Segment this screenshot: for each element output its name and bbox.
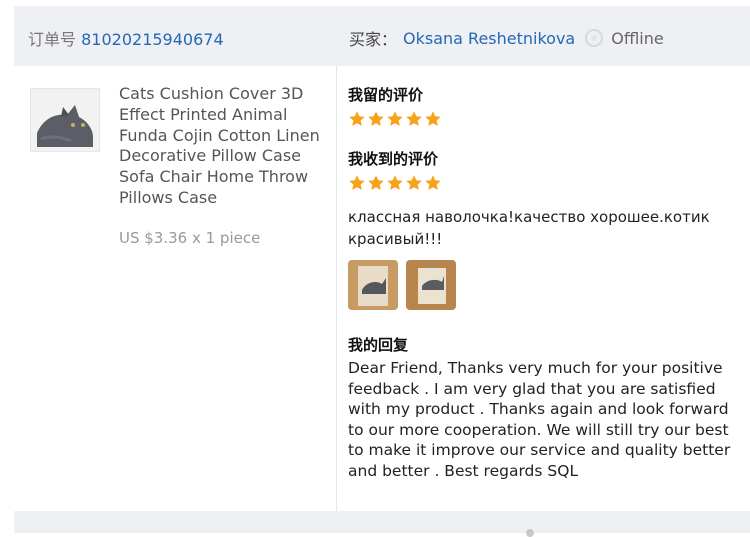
star-icon xyxy=(387,175,403,190)
review-photo-1[interactable] xyxy=(348,260,398,310)
order-feedback-panel: 订单号 81020215940674 买家： Oksana Reshetniko… xyxy=(0,0,750,537)
star-icon xyxy=(425,175,441,190)
buyer-status: Offline xyxy=(611,28,664,48)
buyer-label: 买家： xyxy=(349,30,398,49)
feedback-column: 我留的评价 我收到的评价 классная наволочка!качество… xyxy=(348,84,748,481)
product-price: US $3.36 x 1 piece xyxy=(119,229,261,247)
star-icon xyxy=(368,175,384,190)
star-icon xyxy=(406,175,422,190)
review-photo-2[interactable] xyxy=(406,260,456,310)
my-reply-title: 我的回复 xyxy=(348,336,409,354)
buyer-name-link[interactable]: Oksana Reshetnikova xyxy=(403,29,575,48)
star-icon xyxy=(368,111,384,126)
review-photos xyxy=(348,260,748,310)
received-review-title: 我收到的评价 xyxy=(348,150,439,168)
star-icon xyxy=(349,111,365,126)
my-reply-text: Dear Friend, Thanks very much for your p… xyxy=(348,359,731,480)
footer-bar xyxy=(14,511,750,537)
star-icon xyxy=(425,111,441,126)
footer-dot xyxy=(526,529,534,537)
cat-pillow-image xyxy=(31,89,99,151)
my-review-stars xyxy=(348,110,748,130)
offline-status-icon xyxy=(585,29,604,47)
star-icon xyxy=(406,111,422,126)
order-header: 订单号 81020215940674 买家： Oksana Reshetniko… xyxy=(14,6,750,66)
received-review-stars xyxy=(348,174,748,194)
star-icon xyxy=(349,175,365,190)
column-divider xyxy=(336,66,337,511)
order-info: 订单号 81020215940674 xyxy=(28,26,224,50)
buyer-info: 买家： Oksana Reshetnikova Offline xyxy=(349,26,664,50)
order-label: 订单号 xyxy=(28,30,77,49)
product-title-link[interactable]: Cats Cushion Cover 3D Effect Printed Ani… xyxy=(119,84,329,209)
my-review-title: 我留的评价 xyxy=(348,86,424,104)
order-number-link[interactable]: 81020215940674 xyxy=(81,30,224,49)
star-icon xyxy=(387,111,403,126)
received-review-text: классная наволочка!качество хорошее.коти… xyxy=(348,208,710,248)
product-thumbnail[interactable] xyxy=(30,88,100,152)
